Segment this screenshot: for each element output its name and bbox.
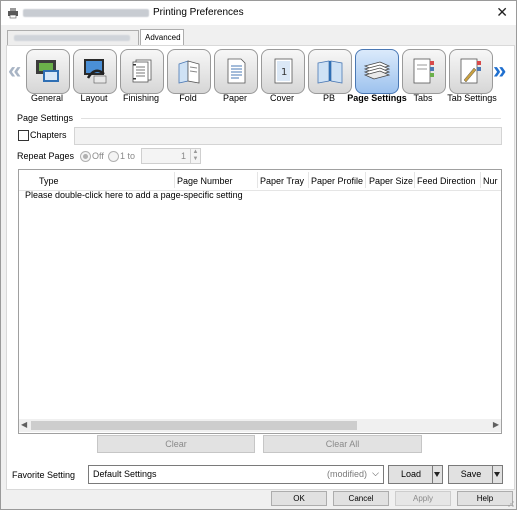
repeat-pages-stepper[interactable]: ▲ ▼ xyxy=(190,148,201,164)
column-separator[interactable] xyxy=(365,172,366,188)
toolbar-tab-settings-label: Tab Settings xyxy=(447,93,497,103)
svg-text:1: 1 xyxy=(281,67,287,78)
tab-printer-name[interactable] xyxy=(7,30,139,45)
toolbar-layout-button[interactable] xyxy=(73,49,117,94)
repeat-pages-input[interactable]: 1 xyxy=(141,148,191,164)
save-button[interactable]: Save xyxy=(448,465,494,484)
repeat-pages-value: 1 xyxy=(180,151,186,161)
chevron-down-icon: ⌵ xyxy=(372,468,379,478)
clear-all-button[interactable]: Clear All xyxy=(263,435,422,453)
repeat-off-label: Off xyxy=(92,151,104,161)
folded-paper-icon xyxy=(178,60,200,84)
page-stack-icon xyxy=(363,61,391,80)
favorite-setting-value: Default Settings xyxy=(93,469,157,479)
toolbar-finishing-button[interactable] xyxy=(120,49,164,94)
chapters-checkbox[interactable] xyxy=(18,130,29,141)
scroll-left-icon[interactable]: « xyxy=(8,59,21,83)
window-title: Printing Preferences xyxy=(153,7,244,18)
toolbar-tab-settings-button[interactable] xyxy=(449,49,493,94)
repeat-off-radio[interactable] xyxy=(80,151,91,162)
chapters-label: Chapters xyxy=(30,130,67,140)
page-settings-group-title: Page Settings xyxy=(17,113,74,123)
scroll-left-arrow-icon[interactable]: ◀ xyxy=(21,420,27,429)
toolbar-page-settings-button[interactable] xyxy=(355,49,399,94)
favorite-setting-select[interactable]: Default Settings (modified) ⌵ xyxy=(88,465,384,484)
tab-strip: Advanced xyxy=(1,25,516,46)
add-setting-hint[interactable]: Please double-click here to add a page-s… xyxy=(25,190,243,200)
favorite-modified-text: (modified) xyxy=(326,469,367,479)
paper-sheet-icon xyxy=(227,58,246,84)
scrollbar-thumb[interactable] xyxy=(31,421,357,430)
page-settings-table[interactable]: Type Page Number Paper Tray Paper Profil… xyxy=(18,169,502,434)
column-paper-size[interactable]: Paper Size xyxy=(369,176,413,186)
clear-button[interactable]: Clear xyxy=(97,435,255,453)
apply-button[interactable]: Apply xyxy=(395,491,451,506)
printer-photo-icon xyxy=(36,60,59,82)
toolbar-general-button[interactable] xyxy=(26,49,70,94)
load-dropdown-icon[interactable] xyxy=(432,465,443,484)
column-separator[interactable] xyxy=(308,172,309,188)
scroll-right-icon[interactable]: » xyxy=(493,59,506,83)
printer-icon xyxy=(8,8,18,19)
column-separator[interactable] xyxy=(414,172,415,188)
table-header: Type Page Number Paper Tray Paper Profil… xyxy=(19,170,501,191)
scroll-right-arrow-icon[interactable]: ▶ xyxy=(493,420,499,429)
resize-grip-icon[interactable] xyxy=(507,500,515,508)
load-button[interactable]: Load xyxy=(388,465,434,484)
column-type[interactable]: Type xyxy=(39,176,59,186)
column-page-number[interactable]: Page Number xyxy=(177,176,233,186)
toolbar-pb-button[interactable] xyxy=(308,49,352,94)
horizontal-scrollbar[interactable]: ◀ ▶ xyxy=(19,419,501,432)
column-separator[interactable] xyxy=(174,172,175,188)
tab-paper-icon xyxy=(413,58,434,84)
repeat-range-label: 1 to xyxy=(120,151,136,161)
column-feed-direction[interactable]: Feed Direction xyxy=(417,176,476,186)
column-number[interactable]: Nur xyxy=(483,176,498,186)
help-button[interactable]: Help xyxy=(457,491,513,506)
favorite-setting-label: Favorite Setting xyxy=(12,470,76,480)
perfect-binding-icon xyxy=(317,60,343,84)
tab-settings-icon xyxy=(460,58,481,84)
save-button-label: Save xyxy=(460,469,482,479)
title-bar: Printing Preferences ✕ xyxy=(1,1,516,25)
printing-preferences-window: Printing Preferences ✕ Advanced « » Gene… xyxy=(0,0,517,510)
repeat-pages-label: Repeat Pages xyxy=(17,151,75,161)
column-paper-tray[interactable]: Paper Tray xyxy=(260,176,304,186)
stapled-pages-icon xyxy=(132,59,152,83)
layout-monitor-icon xyxy=(84,59,107,84)
printer-name-redacted xyxy=(23,9,149,17)
toolbar-tabs-button[interactable] xyxy=(402,49,446,94)
load-button-label: Load xyxy=(400,469,422,479)
cover-page-icon: 1 xyxy=(274,58,293,84)
column-paper-profile[interactable]: Paper Profile xyxy=(311,176,363,186)
close-icon[interactable]: ✕ xyxy=(496,5,508,19)
cancel-button[interactable]: Cancel xyxy=(333,491,389,506)
chapters-input[interactable] xyxy=(74,127,502,145)
toolbar-cover-button[interactable]: 1 xyxy=(261,49,305,94)
repeat-range-radio[interactable] xyxy=(108,151,119,162)
tab-advanced-label: Advanced xyxy=(145,33,181,42)
column-separator[interactable] xyxy=(480,172,481,188)
tab-advanced[interactable]: Advanced xyxy=(140,29,184,46)
toolbar-fold-button[interactable] xyxy=(167,49,211,94)
group-divider xyxy=(81,118,501,119)
column-separator[interactable] xyxy=(257,172,258,188)
toolbar-paper-button[interactable] xyxy=(214,49,258,94)
ok-button[interactable]: OK xyxy=(271,491,327,506)
save-dropdown-icon[interactable] xyxy=(492,465,503,484)
